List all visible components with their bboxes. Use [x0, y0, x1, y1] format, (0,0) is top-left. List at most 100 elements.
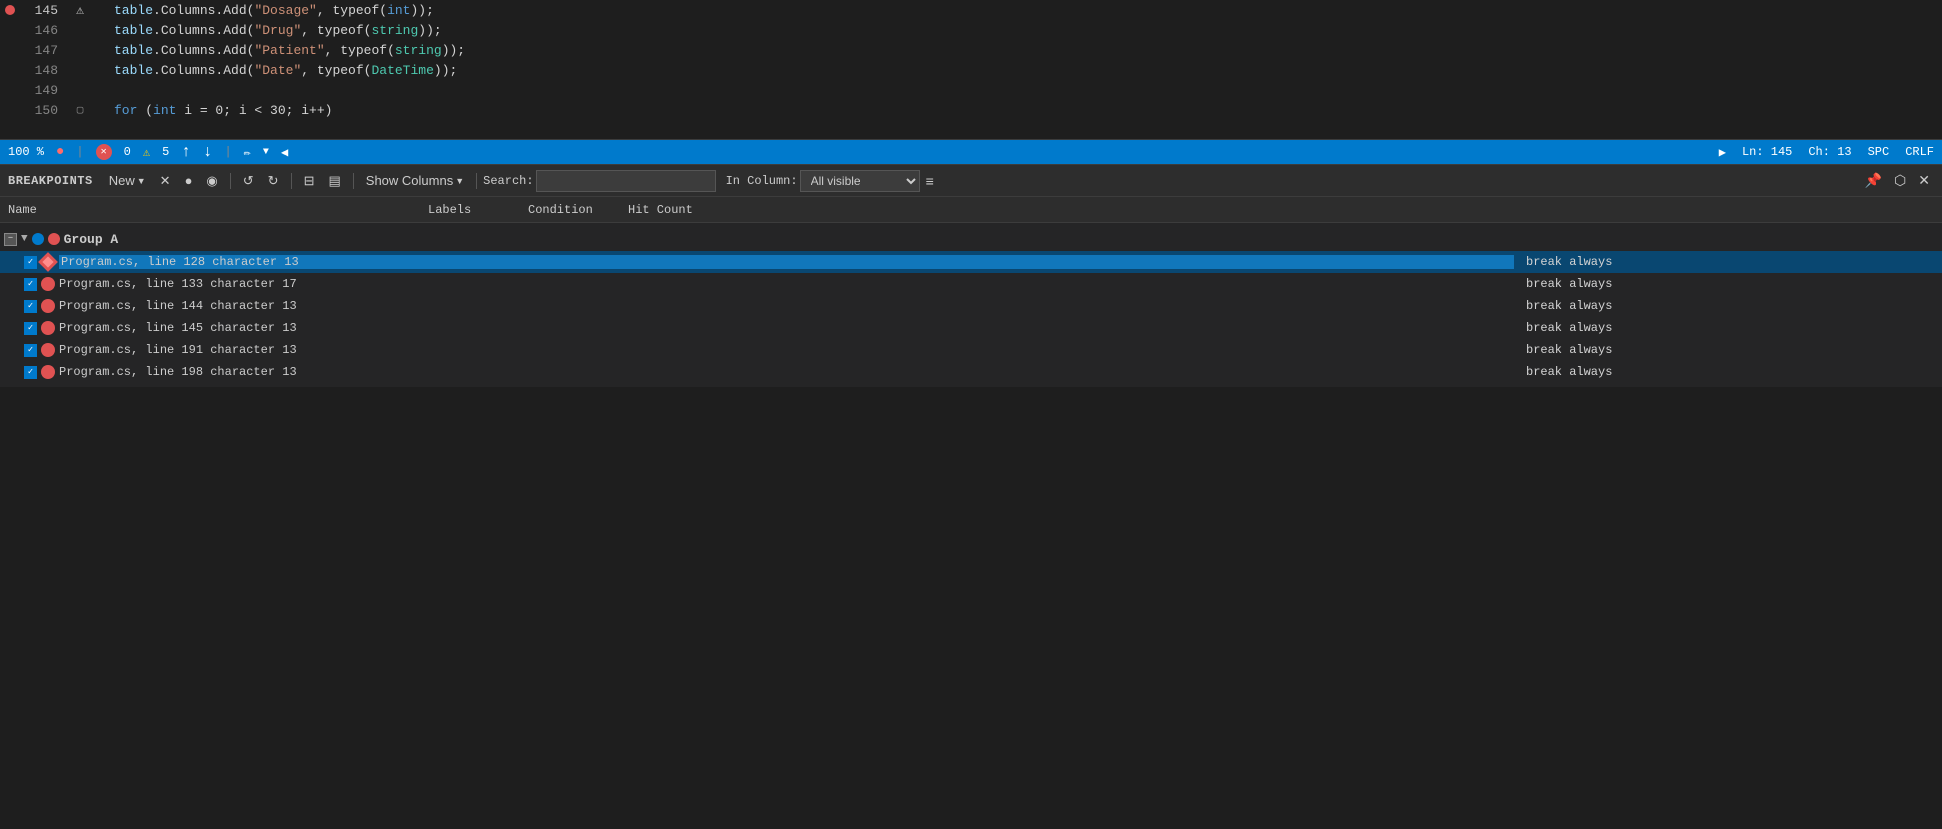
code-content-150: for (int i = 0; i < 30; i++)	[110, 103, 1942, 118]
line-number-145: 145	[20, 3, 70, 18]
new-dropdown-arrow: ▼	[137, 176, 146, 186]
code-line-147: 147 table.Columns.Add("Patient", typeof(…	[0, 40, 1942, 60]
bp-checkbox-2[interactable]	[24, 278, 37, 291]
group-collapse-icon[interactable]: ▼	[21, 233, 28, 245]
expand-button[interactable]: ⬡	[1890, 170, 1910, 191]
chevron-down-icon[interactable]: ▼	[263, 147, 269, 158]
bp-condition-2: break always	[1518, 277, 1938, 291]
bp-name-5: Program.cs, line 191 character 13	[59, 343, 1514, 357]
nav-back-icon[interactable]: ◀	[281, 145, 288, 160]
bp-checkbox-4[interactable]	[24, 322, 37, 335]
code-line-150: 150 ▢ for (int i = 0; i < 30; i++)	[0, 100, 1942, 120]
redo-button[interactable]: ↻	[262, 171, 285, 191]
breakpoint-dot-145	[5, 5, 15, 15]
delete-button[interactable]: ✕	[154, 171, 177, 191]
line-number-146: 146	[20, 23, 70, 38]
table-row[interactable]: Program.cs, line 198 character 13 break …	[0, 361, 1942, 383]
list-icon: ≡	[926, 173, 934, 189]
bp-checkbox-5[interactable]	[24, 344, 37, 357]
table-row[interactable]: Program.cs, line 133 character 17 break …	[0, 273, 1942, 295]
disable-all-button[interactable]: ◉	[200, 171, 223, 191]
toolbar-left: Breakpoints New ▼ ✕ ● ◉ ↺ ↻	[8, 170, 938, 192]
separator-3	[353, 173, 354, 189]
delete-icon: ✕	[160, 173, 171, 189]
status-separator-1: |	[76, 145, 83, 159]
show-columns-button[interactable]: Show Columns ▼	[360, 171, 470, 190]
line-ending-indicator: CRLF	[1905, 145, 1934, 160]
bp-name-6: Program.cs, line 198 character 13	[59, 365, 1514, 379]
error-count: 0	[124, 145, 131, 159]
table-row[interactable]: Program.cs, line 145 character 13 break …	[0, 317, 1942, 339]
right-arrow-icon: ▶	[1719, 145, 1726, 160]
status-right: ▶ Ln: 145 Ch: 13 SPC CRLF	[919, 145, 1934, 160]
search-input[interactable]	[536, 170, 716, 192]
table-row[interactable]: Program.cs, line 191 character 13 break …	[0, 339, 1942, 361]
col-header-condition[interactable]: Condition	[528, 203, 628, 217]
code-line-145: 145 ⚠ table.Columns.Add("Dosage", typeof…	[0, 0, 1942, 20]
filter-button[interactable]: ▤	[322, 171, 346, 191]
column-headers: Name Labels Condition Hit Count	[0, 197, 1942, 223]
debug-dot-icon: ●	[56, 144, 64, 160]
table-row[interactable]: Program.cs, line 128 character 13 break …	[0, 251, 1942, 273]
line-indicator: Ln: 145	[1742, 145, 1792, 160]
enable-icon: ●	[185, 173, 193, 188]
warning-count: 5	[162, 145, 169, 159]
bp-icon-red-5	[41, 343, 55, 357]
disable-icon: ◉	[206, 173, 217, 189]
breakpoint-gutter-145[interactable]	[0, 5, 20, 15]
close-panel-button[interactable]: ✕	[1914, 170, 1934, 191]
show-columns-dropdown-arrow: ▼	[455, 176, 464, 186]
search-label: Search:	[483, 174, 533, 188]
bp-checkbox-3[interactable]	[24, 300, 37, 313]
nav-down[interactable]: ↓	[203, 143, 213, 161]
group-checkbox[interactable]	[4, 233, 17, 246]
edit-icon[interactable]: ✏	[244, 145, 251, 160]
code-content-146: table.Columns.Add("Drug", typeof(string)…	[110, 23, 1942, 38]
group-label: Group A	[64, 232, 119, 247]
col-header-name[interactable]: Name	[8, 203, 428, 217]
bp-icon-red-6	[41, 365, 55, 379]
col-header-labels[interactable]: Labels	[428, 203, 528, 217]
table-row[interactable]: Program.cs, line 144 character 13 break …	[0, 295, 1942, 317]
col-header-hitcount[interactable]: Hit Count	[628, 203, 728, 217]
code-line-148: 148 table.Columns.Add("Date", typeof(Dat…	[0, 60, 1942, 80]
code-content-145: table.Columns.Add("Dosage", typeof(int))…	[110, 3, 1942, 18]
nav-up[interactable]: ↑	[181, 143, 191, 161]
bp-checkbox-1[interactable]	[24, 256, 37, 269]
status-separator-2: |	[224, 145, 231, 159]
group-row-a[interactable]: ▼ Group A	[0, 227, 1942, 251]
zoom-level[interactable]: 100 %	[8, 145, 44, 159]
new-button[interactable]: New ▼	[103, 171, 152, 190]
pin-button[interactable]: 📌	[1861, 170, 1886, 191]
separator-2	[291, 173, 292, 189]
bp-condition-3: break always	[1518, 299, 1938, 313]
bp-name-4: Program.cs, line 145 character 13	[59, 321, 1514, 335]
encoding-indicator: SPC	[1868, 145, 1890, 160]
sort-button[interactable]: ⊟	[298, 171, 321, 191]
bp-condition-4: break always	[1518, 321, 1938, 335]
code-content-148: table.Columns.Add("Date", typeof(DateTim…	[110, 63, 1942, 78]
breakpoints-list: ▼ Group A Program.cs, line 128 character…	[0, 223, 1942, 387]
char-indicator: Ch: 13	[1808, 145, 1851, 160]
redo-icon: ↻	[268, 173, 279, 189]
breakpoints-panel: Breakpoints New ▼ ✕ ● ◉ ↺ ↻	[0, 164, 1942, 387]
group-dot-blue-icon	[32, 233, 44, 245]
bp-name-2: Program.cs, line 133 character 17	[59, 277, 1514, 291]
separator-1	[230, 173, 231, 189]
bp-checkbox-6[interactable]	[24, 366, 37, 379]
bp-condition-6: break always	[1518, 365, 1938, 379]
toolbar-right: 📌 ⬡ ✕	[1861, 170, 1934, 191]
fold-icon-150: ▢	[70, 103, 90, 117]
sort-icon: ⊟	[304, 173, 315, 189]
separator-4	[476, 173, 477, 189]
bp-name-3: Program.cs, line 144 character 13	[59, 299, 1514, 313]
enable-all-button[interactable]: ●	[179, 171, 199, 190]
in-column-label: In Column:	[726, 174, 798, 188]
error-indicator: ✕	[96, 144, 112, 160]
in-column-select[interactable]: All visible	[800, 170, 920, 192]
bp-condition-1: break always	[1518, 255, 1938, 269]
list-icon-button[interactable]: ≡	[922, 171, 938, 191]
panel-title: Breakpoints	[8, 174, 93, 188]
bp-icon-red-4	[41, 321, 55, 335]
refresh-button[interactable]: ↺	[237, 171, 260, 191]
